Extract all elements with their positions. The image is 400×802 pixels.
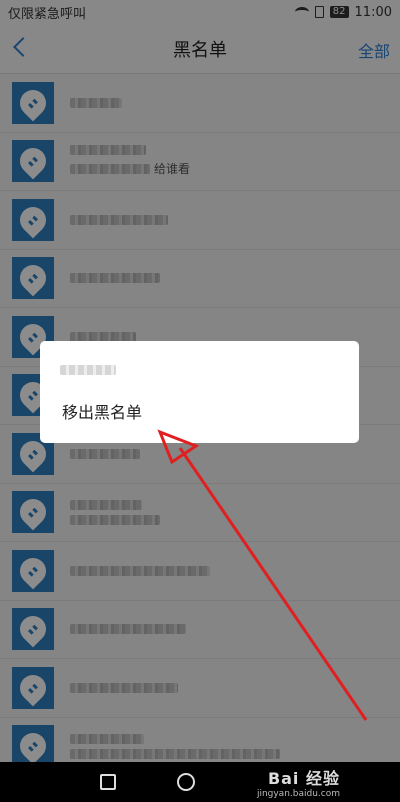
navigation-bar: Bai 经验 jingyan.baidu.com (0, 762, 400, 802)
app-screen: 仅限紧急呼叫 82 11:00 黑名单 全部 给谁看 移出黑名单 (0, 0, 400, 762)
recent-apps-icon[interactable] (100, 774, 116, 790)
watermark-url: jingyan.baidu.com (256, 789, 340, 799)
home-icon[interactable] (177, 773, 196, 791)
annotation-arrow (157, 429, 368, 721)
watermark-brand: Bai 经验 (267, 769, 340, 788)
arrow-shaft (178, 447, 368, 721)
watermark: Bai 经验 jingyan.baidu.com (257, 765, 340, 799)
arrow-head (157, 429, 200, 465)
